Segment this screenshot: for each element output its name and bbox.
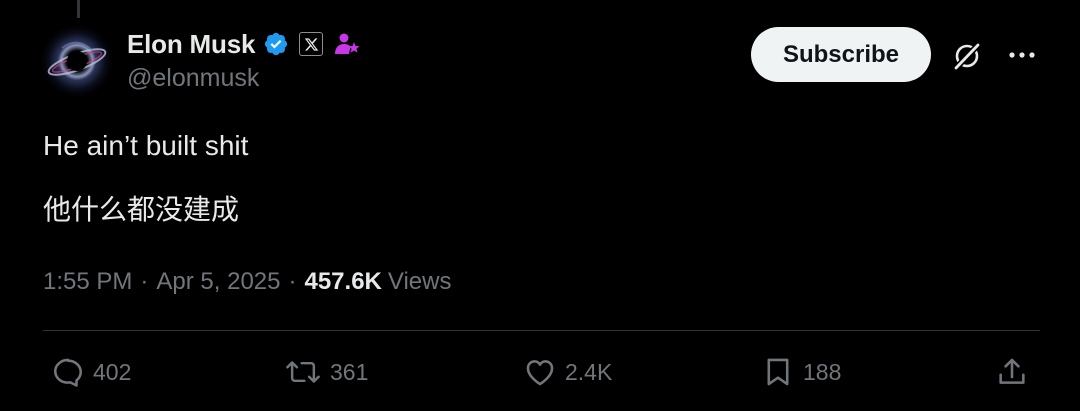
reply-count: 402 xyxy=(93,358,132,385)
author-handle[interactable]: @elonmusk xyxy=(127,64,259,93)
x-affiliate-badge-icon[interactable] xyxy=(299,32,324,56)
like-button[interactable]: 2.4K xyxy=(523,352,612,392)
share-button[interactable] xyxy=(995,352,1029,392)
views-count[interactable]: 457.6K xyxy=(304,268,381,296)
meta-separator: · xyxy=(140,268,149,295)
repost-count: 361 xyxy=(330,358,369,385)
like-count: 2.4K xyxy=(565,358,613,385)
bookmark-button[interactable]: 188 xyxy=(761,352,841,392)
tweet-date[interactable]: Apr 5, 2025 xyxy=(156,268,280,296)
author-display-name[interactable]: Elon Musk xyxy=(127,29,255,60)
reply-button[interactable]: 402 xyxy=(51,352,131,392)
more-options-icon[interactable] xyxy=(1007,43,1037,67)
tweet-text-line-1: He ain’t built shit xyxy=(43,130,249,161)
reply-icon xyxy=(53,358,83,387)
author-name-row: Elon Musk xyxy=(127,26,361,62)
views-label: Views xyxy=(387,268,452,295)
black-hole-avatar-image xyxy=(42,26,112,96)
divider xyxy=(43,330,1040,331)
bookmark-count: 188 xyxy=(803,358,842,385)
tweet-text-line-2: 他什么都没建成 xyxy=(43,193,240,226)
heart-icon xyxy=(526,360,554,386)
tweet-meta: 1:55 PM · Apr 5, 2025 · 457.6K Views xyxy=(43,268,451,296)
subscribe-button[interactable]: Subscribe xyxy=(751,27,931,82)
tweet-time[interactable]: 1:55 PM xyxy=(43,268,132,296)
thread-connector-line xyxy=(77,0,80,18)
subscriber-star-icon xyxy=(333,30,361,58)
repost-icon xyxy=(286,361,320,383)
verified-badge-icon[interactable] xyxy=(263,31,289,57)
grok-icon[interactable] xyxy=(951,40,983,72)
avatar[interactable] xyxy=(42,26,112,96)
meta-separator: · xyxy=(288,268,297,295)
share-icon xyxy=(999,358,1025,384)
bookmark-icon xyxy=(767,358,789,386)
repost-button[interactable]: 361 xyxy=(284,352,368,392)
